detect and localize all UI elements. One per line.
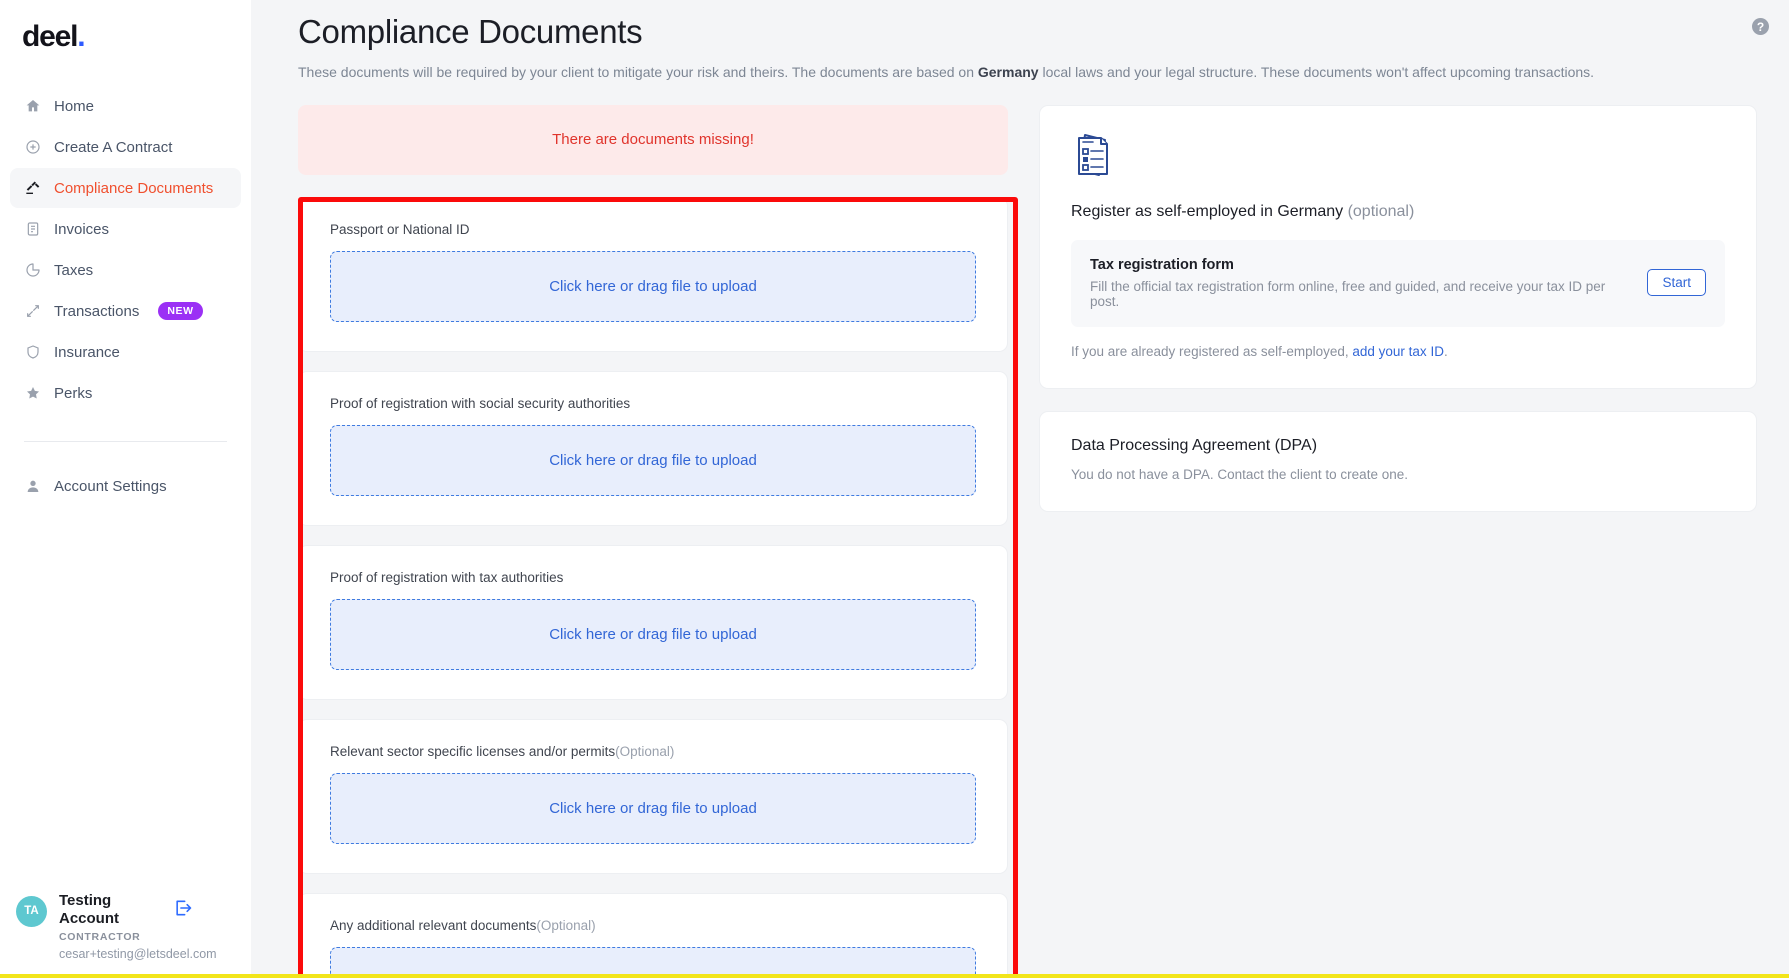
tax-id-footer-prefix: If you are already registered as self-em… [1071, 343, 1353, 359]
document-label: Proof of registration with social securi… [330, 396, 976, 411]
file-dropzone[interactable]: Click here or drag file to upload [330, 250, 976, 322]
file-dropzone[interactable]: Click here or drag file to upload [330, 772, 976, 844]
sidebar-item-label: Invoices [54, 220, 110, 238]
dropzone-label: Click here or drag file to upload [549, 799, 757, 817]
brand-dot: . [77, 20, 85, 53]
dropzone-label: Click here or drag file to upload [549, 625, 757, 643]
document-icon [24, 221, 41, 238]
arrows-icon [24, 303, 41, 320]
home-icon [24, 98, 41, 115]
sidebar-item-account-settings[interactable]: Account Settings [10, 466, 241, 506]
page-subtitle: These documents will be required by your… [298, 63, 1789, 83]
sidebar-item-insurance[interactable]: Insurance [10, 332, 241, 372]
dpa-title: Data Processing Agreement (DPA) [1071, 436, 1318, 454]
document-label-text: Passport or National ID [330, 221, 470, 237]
user-email: cesar+testing@letsdeel.com [59, 947, 217, 961]
register-card-title-text: Register as self-employed in Germany [1071, 202, 1348, 220]
content-columns: There are documents missing! Passport or… [251, 83, 1789, 978]
sidebar-item-taxes[interactable]: Taxes [10, 250, 241, 290]
app-root: deel. Home Create A Contract Compliance [0, 0, 1789, 978]
tax-registration-form-box: Tax registration form Fill the official … [1071, 239, 1725, 327]
tax-registration-description: Fill the official tax registration form … [1090, 278, 1606, 309]
sidebar-item-label: Taxes [54, 261, 94, 279]
tax-id-footer: If you are already registered as self-em… [1071, 344, 1725, 359]
page-subtitle-country: Germany [977, 64, 1039, 80]
main-content: ? Compliance Documents These documents w… [251, 0, 1789, 978]
document-label: Proof of registration with tax authoriti… [330, 570, 976, 585]
user-name: Testing Account [59, 891, 119, 928]
sidebar-item-home[interactable]: Home [10, 86, 241, 126]
avatar: TA [16, 895, 47, 927]
document-label-text: Proof of registration with tax authoriti… [330, 569, 564, 585]
start-button[interactable]: Start [1647, 269, 1706, 297]
register-card-optional-tag: (optional) [1347, 202, 1415, 220]
page-subtitle-suffix: local laws and your legal structure. The… [1038, 64, 1595, 80]
user-profile[interactable]: TA Testing Account CONTRACTOR cesar+test… [0, 891, 251, 962]
sidebar-item-create-a-contract[interactable]: Create A Contract [10, 127, 241, 167]
document-label-text: Any additional relevant documents [330, 917, 537, 933]
document-label: Passport or National ID [330, 222, 976, 237]
pie-chart-icon [24, 262, 41, 279]
sidebar-item-perks[interactable]: Perks [10, 373, 241, 413]
document-optional-tag: (Optional) [536, 917, 596, 933]
page-subtitle-prefix: These documents will be required by your… [298, 64, 978, 80]
shield-icon [24, 344, 41, 361]
tax-id-footer-suffix: . [1443, 343, 1448, 359]
document-label-text: Relevant sector specific licenses and/or… [330, 743, 616, 759]
plus-circle-icon [24, 139, 41, 156]
sidebar-item-label: Insurance [54, 343, 120, 361]
bottom-annotation-rule [0, 974, 1789, 978]
documents-column: There are documents missing! Passport or… [298, 104, 1018, 978]
register-self-employed-card: Register as self-employed in Germany (op… [1039, 104, 1757, 389]
sidebar-item-label: Create A Contract [54, 138, 173, 156]
dpa-card: Data Processing Agreement (DPA) You do n… [1039, 410, 1757, 512]
help-icon[interactable]: ? [1752, 18, 1769, 35]
sidebar-item-label: Home [54, 97, 95, 115]
document-optional-tag: (Optional) [615, 743, 675, 759]
gavel-icon [24, 180, 41, 197]
register-card-title: Register as self-employed in Germany (op… [1071, 203, 1725, 221]
dropzone-label: Click here or drag file to upload [549, 277, 757, 295]
sidebar-item-transactions[interactable]: Transactions NEW [10, 291, 241, 331]
missing-documents-alert: There are documents missing! [298, 104, 1008, 175]
logout-icon[interactable] [173, 898, 193, 923]
sidebar-item-label: Compliance Documents [54, 179, 214, 197]
sidebar-item-label: Perks [54, 384, 93, 402]
file-dropzone[interactable]: Click here or drag file to upload [330, 598, 976, 670]
page-header: Compliance Documents These documents wil… [251, 0, 1789, 83]
sidebar-item-compliance-documents[interactable]: Compliance Documents [10, 168, 241, 208]
sidebar: deel. Home Create A Contract Compliance [0, 0, 251, 978]
user-role: CONTRACTOR [59, 931, 141, 943]
document-upload-card: Any additional relevant documents(Option… [298, 892, 1008, 978]
tax-registration-text: Tax registration form Fill the official … [1090, 257, 1631, 309]
brand-logo[interactable]: deel. [0, 0, 251, 52]
sidebar-nav: Home Create A Contract Compliance Docume… [0, 86, 251, 507]
document-label-text: Proof of registration with social securi… [330, 395, 631, 411]
document-label: Any additional relevant documents(Option… [330, 918, 976, 933]
user-meta: Testing Account CONTRACTOR cesar+testing… [59, 891, 217, 962]
documents-illustration-icon [1071, 131, 1115, 181]
dropzone-label: Click here or drag file to upload [549, 451, 757, 469]
star-icon [24, 385, 41, 402]
sidebar-divider [24, 441, 227, 442]
brand-name: deel [22, 20, 78, 53]
document-upload-card: Passport or National ID Click here or dr… [298, 196, 1008, 352]
document-label: Relevant sector specific licenses and/or… [330, 744, 976, 759]
person-icon [24, 478, 41, 495]
page-title: Compliance Documents [298, 13, 643, 50]
new-badge: NEW [158, 302, 203, 320]
sidebar-item-invoices[interactable]: Invoices [10, 209, 241, 249]
dpa-description: You do not have a DPA. Contact the clien… [1071, 466, 1408, 482]
sidebar-item-label: Account Settings [54, 477, 167, 495]
document-upload-card: Relevant sector specific licenses and/or… [298, 718, 1008, 874]
document-upload-card: Proof of registration with tax authoriti… [298, 544, 1008, 700]
side-panel-column: Register as self-employed in Germany (op… [1039, 104, 1757, 978]
add-tax-id-link[interactable]: add your tax ID [1352, 344, 1444, 359]
tax-registration-title: Tax registration form [1090, 256, 1234, 273]
document-upload-card: Proof of registration with social securi… [298, 370, 1008, 526]
alert-text: There are documents missing! [552, 131, 754, 149]
file-dropzone[interactable]: Click here or drag file to upload [330, 424, 976, 496]
sidebar-item-label: Transactions [54, 302, 140, 320]
